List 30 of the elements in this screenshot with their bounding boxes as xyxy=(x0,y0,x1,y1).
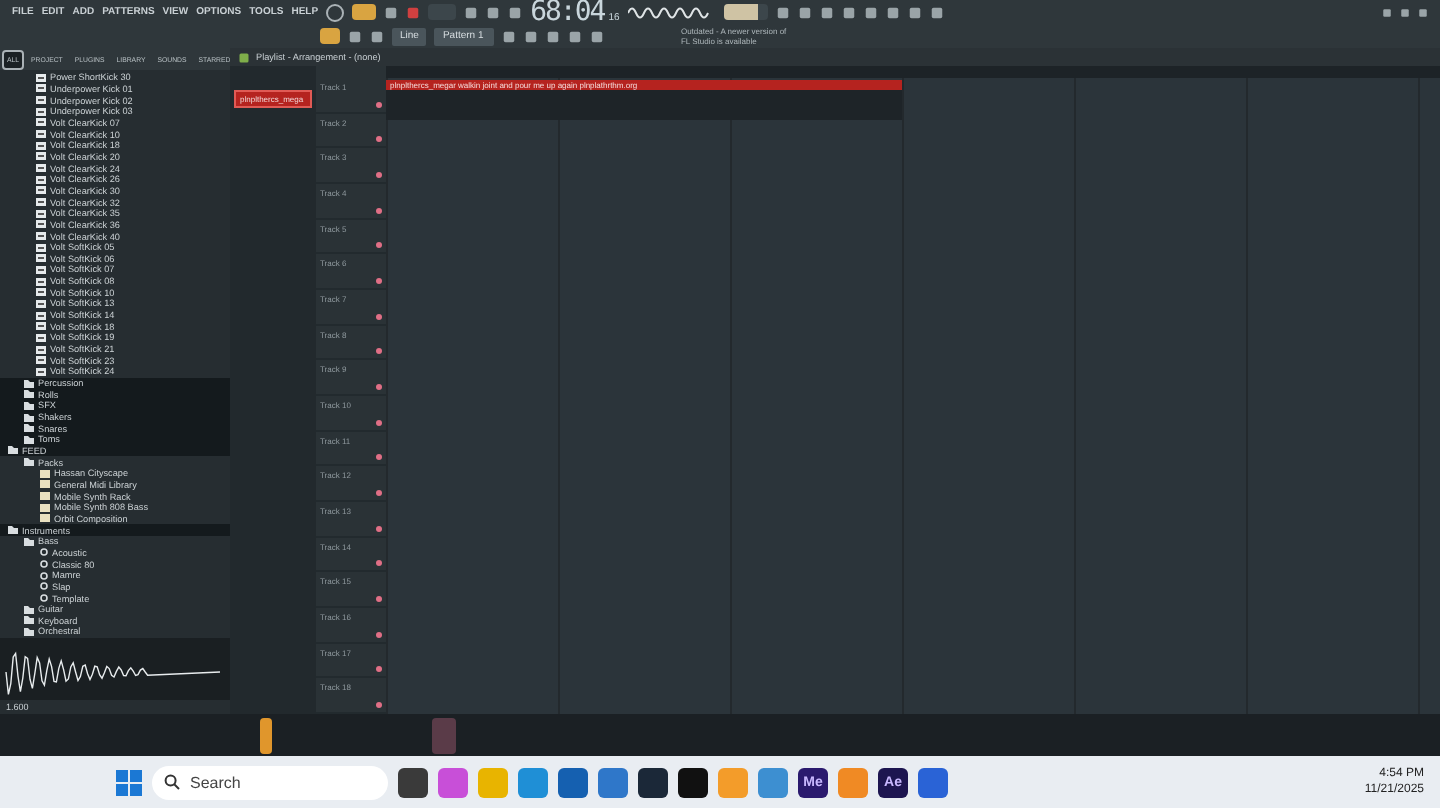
track-mute-icon[interactable] xyxy=(376,384,382,391)
track-mute-icon[interactable] xyxy=(376,631,382,638)
track-mute-icon[interactable] xyxy=(376,525,382,532)
pattern-song-toggle[interactable] xyxy=(352,4,377,20)
track-mute-icon[interactable] xyxy=(376,136,382,143)
track-mute-icon[interactable] xyxy=(376,560,382,567)
track-mute-icon[interactable] xyxy=(376,666,382,673)
knob-icon[interactable] xyxy=(326,3,345,21)
track-mute-icon[interactable] xyxy=(376,702,382,709)
master-volume-slider[interactable] xyxy=(723,4,768,20)
track-mute-icon[interactable] xyxy=(376,278,382,285)
track-mute-icon[interactable] xyxy=(376,172,382,179)
search-field[interactable]: Search xyxy=(152,765,388,799)
snap-button[interactable] xyxy=(320,28,340,44)
app-icon[interactable] xyxy=(638,767,668,797)
playhead-region xyxy=(432,717,456,753)
track-mute-icon[interactable] xyxy=(376,490,382,497)
track-mute-icon[interactable] xyxy=(376,207,382,214)
track-mute-icon[interactable] xyxy=(376,313,382,320)
marker-icon xyxy=(260,717,272,753)
track-mute-icon[interactable] xyxy=(376,454,382,461)
track-mute-icon[interactable] xyxy=(376,419,382,426)
track-mute-icon[interactable] xyxy=(376,348,382,355)
track-mute-icon[interactable] xyxy=(376,596,382,603)
app-icon[interactable] xyxy=(398,767,428,797)
windows-logo-icon[interactable] xyxy=(116,769,142,795)
search-icon xyxy=(164,774,180,790)
app-icon[interactable] xyxy=(678,767,708,797)
track-mute-icon[interactable] xyxy=(376,101,382,108)
track-mute-icon[interactable] xyxy=(376,242,382,249)
